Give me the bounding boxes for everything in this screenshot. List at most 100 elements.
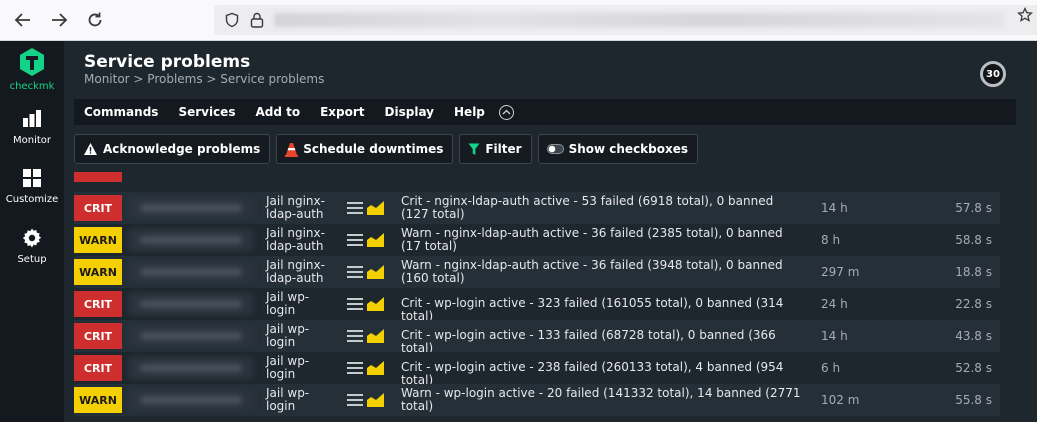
state-badge[interactable]: WARN (74, 227, 122, 253)
main-content: Service problems Monitor > Problems > Se… (64, 41, 1037, 422)
service-output: Crit - nginx-ldap-auth active - 53 faile… (401, 194, 774, 221)
context-menu-icon[interactable] (347, 330, 363, 342)
service-name[interactable]: Jail wp-login (266, 323, 338, 349)
menu-commands[interactable]: Commands (84, 105, 158, 119)
context-menu-icon[interactable] (347, 234, 363, 246)
perf-graph-icon[interactable] (367, 297, 384, 311)
last-checked: 58.8 s (955, 233, 992, 247)
table-row: WARN Jail nginx-ldap-auth Warn - nginx-l… (74, 256, 1000, 288)
context-menu-icon[interactable] (347, 298, 363, 310)
chevron-up-icon (502, 109, 511, 115)
menu-export[interactable]: Export (320, 105, 364, 119)
browser-toolbar (0, 0, 1037, 41)
service-name[interactable]: Jail wp-login (266, 291, 338, 317)
sidebar-item-setup[interactable]: Setup (0, 228, 64, 265)
toggle-switch-icon (546, 144, 564, 154)
lock-icon[interactable] (250, 12, 264, 28)
table-row: CRIT Jail wp-login Crit - wp-login activ… (74, 352, 1000, 387)
collapse-menu-button[interactable] (498, 104, 514, 120)
perf-graph-icon[interactable] (367, 393, 384, 407)
refresh-countdown[interactable]: 30 (980, 61, 1006, 87)
context-menu-icon[interactable] (347, 394, 363, 406)
show-checkboxes-button[interactable]: Show checkboxes (537, 134, 699, 164)
sidebar-item-label: Monitor (12, 135, 51, 146)
host-name-redacted[interactable] (128, 325, 254, 347)
breadcrumb[interactable]: Monitor > Problems > Service problems (84, 72, 324, 86)
sidebar: checkmk Monitor Customize Setup (0, 41, 64, 422)
reload-button[interactable] (77, 2, 113, 38)
sidebar-item-customize[interactable]: Customize (0, 168, 64, 205)
acknowledge-button[interactable]: Acknowledge problems (74, 134, 271, 164)
state-age: 297 m (821, 265, 860, 279)
host-name-redacted[interactable] (128, 357, 254, 379)
context-menu-icon[interactable] (347, 266, 363, 278)
acknowledge-label: Acknowledge problems (103, 142, 261, 156)
filter-label: Filter (485, 142, 522, 156)
page-header: Service problems Monitor > Problems > Se… (64, 41, 1016, 99)
perf-graph-icon[interactable] (367, 201, 384, 215)
service-name[interactable]: Jail nginx-ldap-auth (266, 259, 338, 285)
reload-icon (88, 12, 102, 27)
arrow-right-icon (52, 13, 68, 27)
host-name-redacted[interactable] (128, 197, 254, 219)
state-age: 14 h (821, 201, 848, 215)
logo-text: checkmk (9, 81, 55, 92)
menu-services[interactable]: Services (178, 105, 235, 119)
context-menu-icon[interactable] (347, 202, 363, 214)
perf-graph-icon[interactable] (367, 361, 384, 375)
state-badge[interactable]: CRIT (74, 291, 122, 317)
table-row: WARN Jail wp-login Warn - wp-login activ… (74, 384, 1000, 416)
bookmark-star-icon[interactable] (1017, 7, 1033, 23)
scrollbar[interactable] (1016, 41, 1037, 422)
last-checked: 57.8 s (955, 201, 992, 215)
checkmk-logo-icon[interactable] (18, 47, 46, 77)
filter-button[interactable]: Filter (459, 134, 532, 164)
schedule-downtimes-label: Schedule downtimes (303, 142, 444, 156)
host-name-redacted[interactable] (128, 293, 254, 315)
host-name-redacted[interactable] (128, 229, 254, 251)
state-badge[interactable]: WARN (74, 387, 122, 413)
table-row: CRIT Jail wp-login Crit - wp-login activ… (74, 288, 1000, 323)
perf-graph-icon[interactable] (367, 233, 384, 247)
host-name-redacted[interactable] (128, 261, 254, 283)
sidebar-item-label: Setup (17, 254, 47, 265)
action-toolbar: Acknowledge problems Schedule downtimes … (74, 134, 704, 164)
last-checked: 18.8 s (955, 265, 992, 279)
state-age: 102 m (821, 393, 860, 407)
service-name[interactable]: Jail wp-login (266, 355, 338, 381)
sidebar-item-monitor[interactable]: Monitor (0, 109, 64, 146)
table-row: CRIT Jail wp-login Crit - wp-login activ… (74, 320, 1000, 355)
state-badge[interactable] (74, 172, 122, 182)
state-age: 14 h (821, 329, 848, 343)
forward-button[interactable] (41, 2, 77, 38)
context-menu-icon[interactable] (347, 362, 363, 374)
back-button[interactable] (5, 2, 41, 38)
menu-display[interactable]: Display (385, 105, 434, 119)
service-name[interactable]: Jail nginx-ldap-auth (266, 227, 338, 253)
perf-graph-icon[interactable] (367, 329, 384, 343)
traffic-cone-icon (285, 142, 299, 157)
gear-icon (22, 228, 42, 248)
last-checked: 22.8 s (955, 297, 992, 311)
table-row: WARN Jail nginx-ldap-auth Warn - nginx-l… (74, 224, 1000, 256)
host-name-redacted[interactable] (128, 389, 254, 411)
menu-add-to[interactable]: Add to (255, 105, 300, 119)
service-name[interactable]: Jail wp-login (266, 387, 338, 413)
state-age: 8 h (821, 233, 841, 247)
warning-icon (84, 143, 97, 155)
page-menu-bar: Commands Services Add to Export Display … (74, 99, 1016, 125)
schedule-downtimes-button[interactable]: Schedule downtimes (276, 134, 454, 164)
state-badge[interactable]: CRIT (74, 195, 122, 221)
service-name[interactable]: Jail nginx-ldap-auth (266, 195, 338, 221)
state-badge[interactable]: CRIT (74, 323, 122, 349)
address-bar[interactable] (214, 5, 1037, 35)
bar-chart-icon (23, 110, 41, 127)
shield-icon[interactable] (224, 12, 240, 28)
state-badge[interactable]: CRIT (74, 355, 122, 381)
perf-graph-icon[interactable] (367, 265, 384, 279)
last-checked: 55.8 s (955, 393, 992, 407)
state-badge[interactable]: WARN (74, 259, 122, 285)
menu-help[interactable]: Help (454, 105, 485, 119)
service-output: Warn - wp-login active - 20 failed (1413… (401, 386, 801, 413)
last-checked: 43.8 s (955, 329, 992, 343)
